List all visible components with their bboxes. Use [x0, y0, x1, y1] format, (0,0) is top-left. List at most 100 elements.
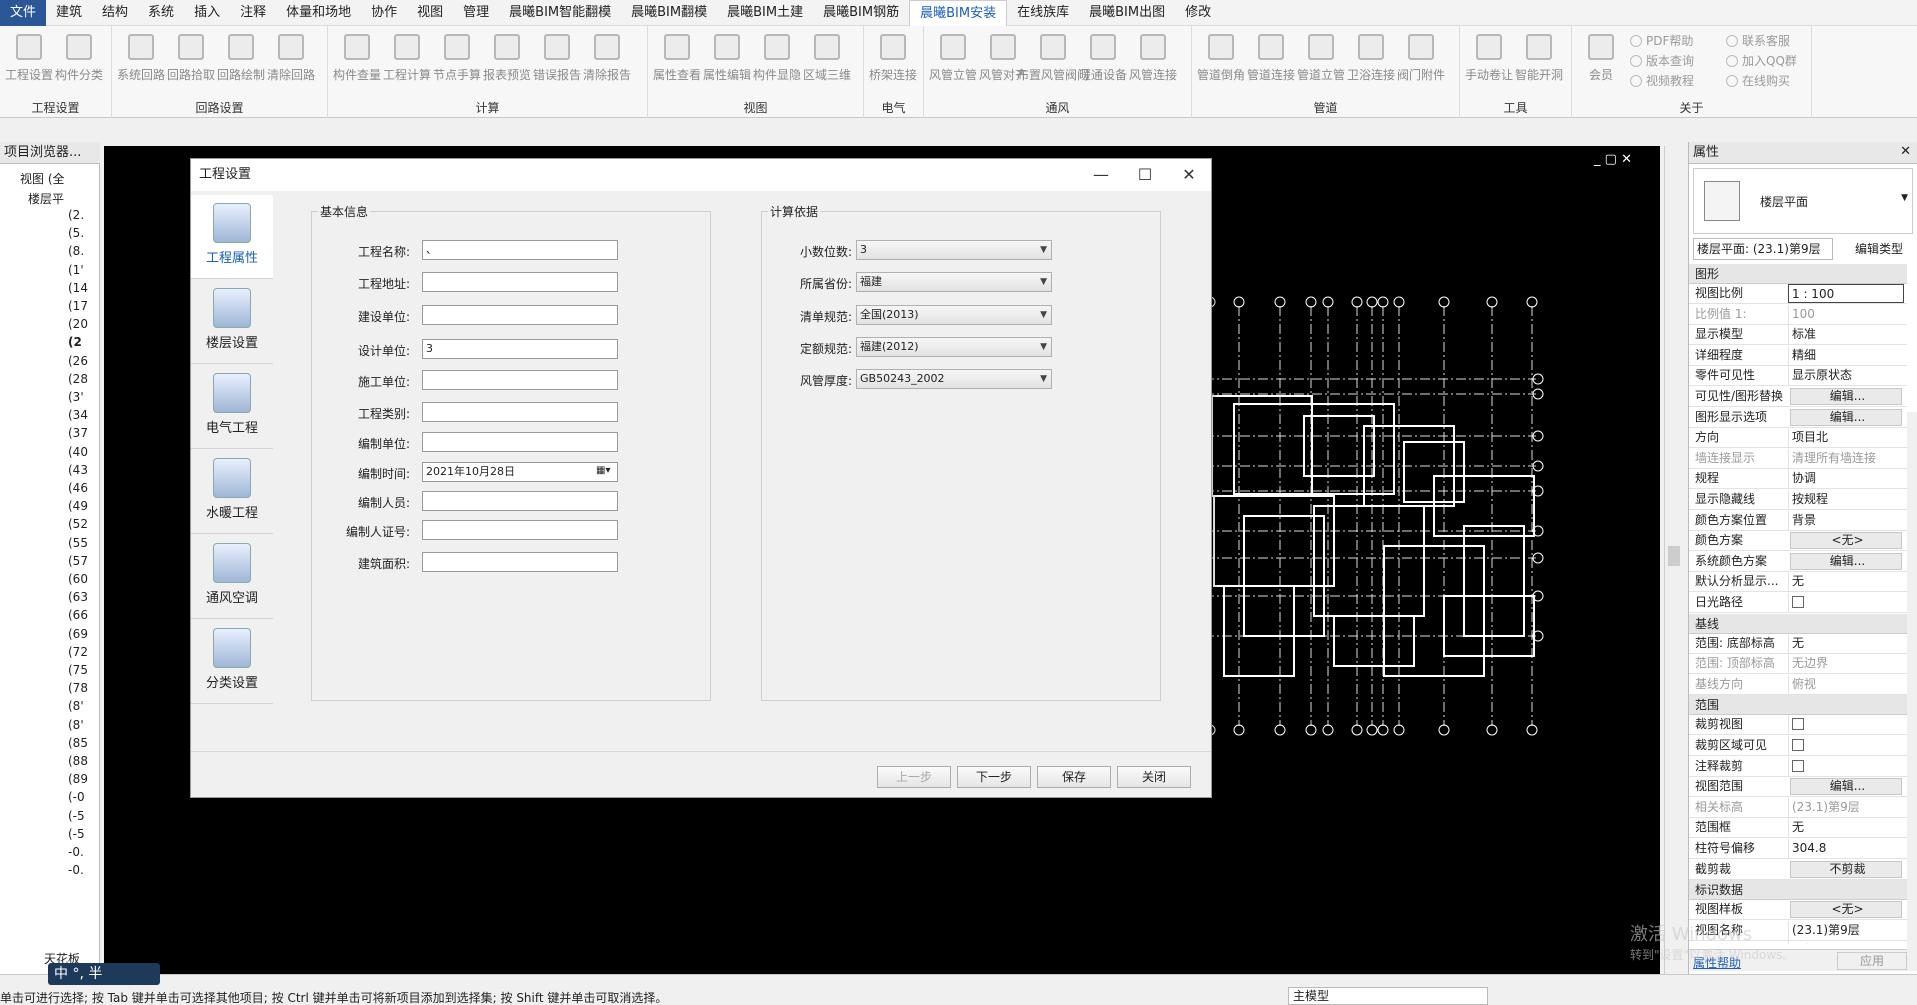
- checkbox[interactable]: [1792, 596, 1804, 608]
- property-row[interactable]: 详细程度 精细: [1689, 345, 1907, 366]
- property-row[interactable]: 方向 项目北: [1689, 428, 1907, 449]
- tree-item[interactable]: (66: [68, 608, 88, 622]
- tree-item[interactable]: -0.: [68, 863, 84, 877]
- close-icon[interactable]: ✕: [1900, 144, 1911, 159]
- property-row[interactable]: 视图比例 1 : 100: [1689, 284, 1907, 304]
- edit-type-button[interactable]: 编辑类型: [1837, 238, 1915, 260]
- ribbon-button[interactable]: 管道倒角: [1196, 30, 1246, 94]
- properties-section-header[interactable]: 图形: [1689, 264, 1907, 284]
- sidebar-item[interactable]: 电气工程: [191, 365, 273, 449]
- property-row[interactable]: 墙连接显示 清理所有墙连接: [1689, 448, 1907, 469]
- menu-item[interactable]: 晨曦BIM钢筋: [813, 0, 909, 26]
- checkbox[interactable]: [1792, 759, 1804, 772]
- ribbon-button[interactable]: 暖通设备: [1078, 30, 1128, 94]
- menu-item[interactable]: 视图: [407, 0, 453, 26]
- ribbon-button[interactable]: 桥架连接: [868, 30, 918, 94]
- tree-item[interactable]: (-5: [68, 827, 85, 841]
- menu-item[interactable]: 晨曦BIM安装: [909, 0, 1008, 26]
- tree-item[interactable]: (2: [68, 335, 82, 349]
- sidebar-item[interactable]: 水暖工程: [191, 450, 273, 534]
- tree-item[interactable]: (52: [68, 517, 88, 531]
- tree-item[interactable]: (-0: [68, 790, 85, 804]
- active-model-selector[interactable]: 主模型: [1288, 987, 1488, 1005]
- properties-section-header[interactable]: 基线: [1689, 613, 1907, 634]
- about-link[interactable]: PDF帮助: [1630, 32, 1693, 49]
- property-edit-button[interactable]: 编辑...: [1790, 778, 1902, 796]
- tree-item[interactable]: (8': [68, 718, 84, 732]
- menu-item[interactable]: 晨曦BIM土建: [717, 0, 813, 26]
- property-row[interactable]: 默认分析显示... 无: [1689, 572, 1907, 593]
- text-field[interactable]: 、: [422, 240, 618, 260]
- text-field[interactable]: [422, 272, 618, 292]
- menu-item[interactable]: 体量和场地: [276, 0, 361, 26]
- tree-item[interactable]: (37: [68, 426, 88, 440]
- property-row[interactable]: 范围: 底部标高无: [1689, 633, 1907, 654]
- menu-item[interactable]: 文件: [0, 0, 47, 26]
- text-field[interactable]: 3: [422, 339, 618, 359]
- ribbon-button[interactable]: 系统回路: [116, 30, 166, 94]
- property-row[interactable]: 颜色方案 <无>: [1689, 531, 1907, 552]
- tree-item[interactable]: (8.: [68, 244, 84, 258]
- property-row[interactable]: 日光路径: [1689, 593, 1907, 613]
- maximize-icon[interactable]: ☐: [1123, 159, 1167, 191]
- menu-item[interactable]: 管理: [453, 0, 499, 26]
- ribbon-button[interactable]: 清除回路: [266, 30, 316, 94]
- sidebar-item[interactable]: 分类设置: [191, 620, 273, 704]
- ribbon-button[interactable]: 报表预览: [482, 30, 532, 94]
- tree-item[interactable]: -0.: [68, 845, 84, 859]
- about-link[interactable]: 视频教程: [1630, 72, 1694, 89]
- tree-item[interactable]: (60: [68, 572, 88, 586]
- menu-item[interactable]: 修改: [1175, 0, 1221, 26]
- ribbon-button[interactable]: 会员: [1576, 30, 1626, 94]
- ribbon-button[interactable]: 节点手算: [432, 30, 482, 94]
- property-row[interactable]: 注释裁剪: [1689, 756, 1907, 777]
- tree-item[interactable]: (-5: [68, 809, 85, 823]
- text-field[interactable]: [422, 491, 618, 511]
- tree-item[interactable]: (26: [68, 354, 88, 368]
- scroll-thumb[interactable]: [1668, 546, 1680, 566]
- ribbon-button[interactable]: 智能开洞: [1514, 30, 1564, 94]
- properties-scrollbar[interactable]: [1907, 412, 1917, 952]
- property-row[interactable]: 比例值 1: 100: [1689, 304, 1907, 325]
- tree-item[interactable]: (69: [68, 627, 88, 641]
- tree-item[interactable]: (40: [68, 445, 88, 459]
- property-row[interactable]: 颜色方案位置 背景: [1689, 510, 1907, 531]
- text-field[interactable]: [422, 552, 618, 572]
- tree-item[interactable]: (2.: [68, 208, 84, 222]
- property-row[interactable]: 相关标高 (23.1)第9层: [1689, 797, 1907, 818]
- property-row[interactable]: 基线方向 俯视: [1689, 674, 1907, 695]
- property-row[interactable]: 显示隐藏线 按规程: [1689, 490, 1907, 510]
- tree-item[interactable]: (20: [68, 317, 88, 331]
- tree-item[interactable]: (85: [68, 736, 88, 750]
- menu-item[interactable]: 晨曦BIM智能翻模: [499, 0, 621, 26]
- tree-item[interactable]: (5.: [68, 226, 84, 240]
- ribbon-button[interactable]: 风管立管: [928, 30, 978, 94]
- ime-indicator[interactable]: 中 °, 半: [48, 963, 160, 985]
- tree-item[interactable]: (34: [68, 408, 88, 422]
- menu-item[interactable]: 注释: [230, 0, 276, 26]
- property-row[interactable]: 范围: 顶部标高 无边界: [1689, 654, 1907, 675]
- view-selector[interactable]: 楼层平面: (23.1)第9层: [1693, 238, 1833, 260]
- ribbon-button[interactable]: 管道连接: [1246, 30, 1296, 94]
- property-edit-button[interactable]: 编辑...: [1790, 552, 1902, 570]
- tree-item[interactable]: (28: [68, 372, 88, 386]
- about-link[interactable]: 联系客服: [1726, 32, 1790, 49]
- tree-item[interactable]: (49: [68, 499, 88, 513]
- tree-item[interactable]: (72: [68, 645, 88, 659]
- minimize-icon[interactable]: —: [1079, 159, 1123, 191]
- ribbon-button[interactable]: 阀门附件: [1396, 30, 1446, 94]
- apply-button[interactable]: 应用: [1837, 952, 1907, 970]
- sidebar-item[interactable]: 楼层设置: [191, 280, 273, 364]
- ribbon-button[interactable]: 错误报告: [532, 30, 582, 94]
- select-field[interactable]: 福建 ▼: [856, 272, 1052, 292]
- property-row[interactable]: 规程 协调: [1689, 469, 1907, 490]
- text-field[interactable]: [422, 432, 618, 452]
- tree-item[interactable]: (75: [68, 663, 88, 677]
- property-row[interactable]: 截剪裁 不剪裁: [1689, 860, 1907, 880]
- tree-item[interactable]: (63: [68, 590, 88, 604]
- type-selector[interactable]: 楼层平面 ▼: [1693, 168, 1913, 234]
- text-field[interactable]: [422, 370, 618, 390]
- ribbon-button[interactable]: 构件查量: [332, 30, 382, 94]
- property-row[interactable]: 图形显示选项 编辑...: [1689, 408, 1907, 428]
- menu-item[interactable]: 协作: [361, 0, 407, 26]
